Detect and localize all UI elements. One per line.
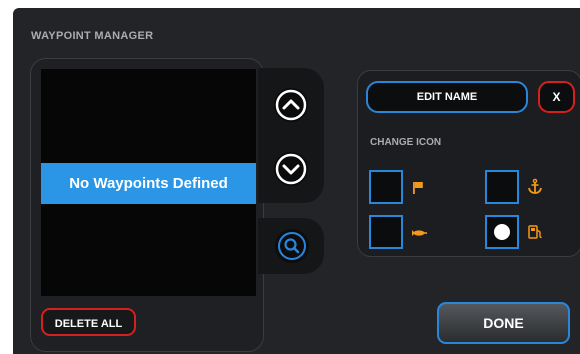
change-icon-label: CHANGE ICON bbox=[370, 137, 442, 148]
icon-option-fuel[interactable] bbox=[485, 215, 519, 249]
icon-option-fish[interactable] bbox=[369, 215, 403, 249]
edit-name-button[interactable]: EDIT NAME bbox=[366, 81, 528, 113]
fuel-pump-icon bbox=[528, 225, 542, 239]
edit-panel: EDIT NAME X CHANGE ICON bbox=[357, 70, 580, 257]
search-icon bbox=[278, 232, 306, 260]
chevron-down-icon bbox=[275, 153, 307, 185]
waypoint-manager-window: WAYPOINT MANAGER No Waypoints Defined DE… bbox=[13, 8, 580, 354]
waypoint-list-panel: No Waypoints Defined DELETE ALL bbox=[30, 58, 264, 352]
icon-option-anchor[interactable] bbox=[485, 170, 519, 204]
anchor-icon bbox=[528, 178, 542, 194]
selected-indicator bbox=[494, 224, 510, 240]
fish-icon bbox=[412, 230, 427, 236]
chevron-up-icon bbox=[275, 89, 307, 121]
scroll-up-button[interactable] bbox=[274, 88, 308, 122]
done-button[interactable]: DONE bbox=[437, 302, 570, 344]
scroll-controls bbox=[258, 68, 324, 203]
delete-all-button[interactable]: DELETE ALL bbox=[41, 308, 136, 336]
list-empty-message[interactable]: No Waypoints Defined bbox=[41, 163, 256, 204]
flag-icon bbox=[413, 182, 423, 194]
search-control bbox=[258, 218, 324, 274]
close-button[interactable]: X bbox=[538, 81, 575, 113]
waypoint-list[interactable]: No Waypoints Defined bbox=[41, 69, 256, 296]
page-title: WAYPOINT MANAGER bbox=[31, 30, 154, 42]
scroll-down-button[interactable] bbox=[274, 152, 308, 186]
icon-option-flag[interactable] bbox=[369, 170, 403, 204]
search-button[interactable] bbox=[275, 229, 309, 263]
